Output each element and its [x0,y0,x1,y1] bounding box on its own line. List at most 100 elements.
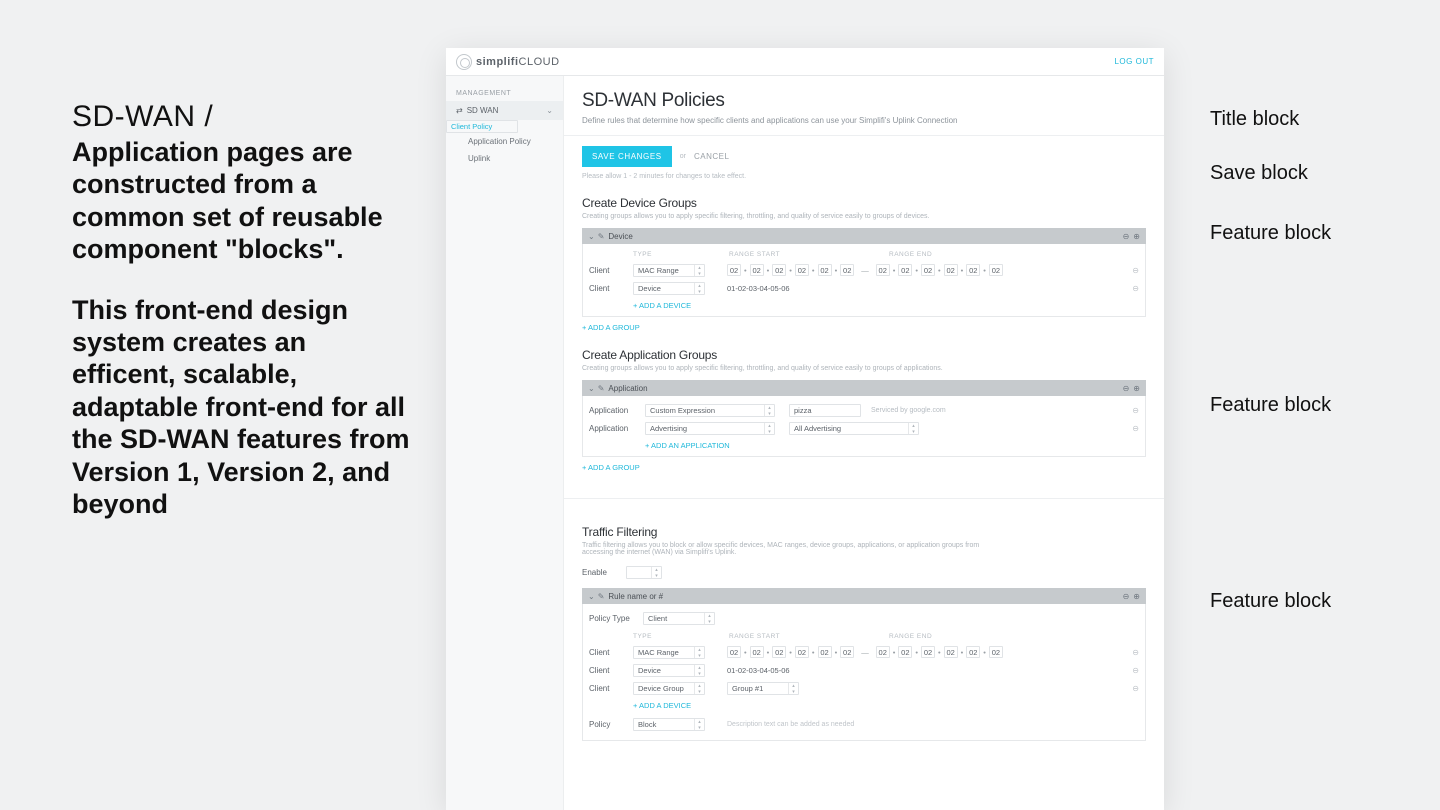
add-device-link[interactable]: + ADD A DEVICE [633,701,691,710]
row-label: Client [589,284,633,293]
col-range-start: RANGE START [729,251,889,258]
page-title: SD-WAN Policies [582,90,1146,112]
add-group-link[interactable]: + ADD A GROUP [582,463,640,472]
group-select[interactable]: Group #1 ▴▾ [727,682,799,695]
chevron-down-icon: ⌄ [588,592,595,601]
mac-range-start[interactable]: 02• 02• 02• 02• 02• 02 — 02• 02• 02• 02•… [727,264,1003,276]
annot-title: Title block [1210,108,1299,131]
mac-range[interactable]: 02• 02• 02• 02• 02• 02 — 02• 02• 02• 02•… [727,646,1003,658]
sidebar-section-label: MANAGEMENT [446,84,563,101]
annot-feat-2: Feature block [1210,394,1331,417]
enable-select[interactable]: ▴▾ [626,566,662,579]
annot-feat-1: Feature block [1210,222,1331,245]
type-value: Advertising [650,424,687,433]
add-application-link[interactable]: + ADD AN APPLICATION [645,441,730,450]
value: Device Group [638,684,684,693]
sidebar-sub-uplink[interactable]: Uplink [446,150,563,167]
app-header: simplifiCLOUD LOG OUT [446,48,1164,76]
pencil-icon: ✎ [598,232,605,241]
minus-icon[interactable]: ⊖ [1123,232,1130,241]
row-label: Client [589,666,633,675]
main-content: SD-WAN Policies Define rules that determ… [564,76,1164,810]
col-range-end: RANGE END [889,633,1139,640]
app-row-1: Application Custom Expression ▴▾ pizza S… [589,402,1139,418]
value: Block [638,720,656,729]
remove-icon[interactable]: ⊖ [1132,648,1139,657]
device-row-device: Client Device ▴▾ 01-02-03-04-05-06 ⊖ [589,280,1139,296]
sidebar-sub-application-policy[interactable]: Application Policy [446,133,563,150]
chevron-down-icon: ⌄ [546,106,553,115]
remove-icon[interactable]: ⊖ [1132,684,1139,693]
remove-icon[interactable]: ⊖ [1132,424,1139,433]
plus-icon[interactable]: ⊕ [1133,384,1140,393]
minus-icon[interactable]: ⊖ [1123,384,1130,393]
annot-save: Save block [1210,162,1308,185]
add-group-link[interactable]: + ADD A GROUP [582,323,640,332]
plus-icon[interactable]: ⊕ [1133,592,1140,601]
remove-icon[interactable]: ⊖ [1132,266,1139,275]
value: All Advertising [794,424,841,433]
device-row-mac: Client MAC Range ▴▾ 02• 02• 02• 02• 02• … [589,262,1139,278]
pencil-icon: ✎ [598,592,605,601]
chevron-down-icon: ⌄ [588,384,595,393]
app-value-select[interactable]: All Advertising ▴▾ [789,422,919,435]
type-select[interactable]: Device Group ▴▾ [633,682,705,695]
policy-type-select[interactable]: Client ▴▾ [643,612,715,625]
value: Group #1 [732,684,763,693]
remove-icon[interactable]: ⊖ [1132,406,1139,415]
row-label: Application [589,424,645,433]
minus-icon[interactable]: ⊖ [1123,592,1130,601]
type-select[interactable]: Device ▴▾ [633,282,705,295]
add-device-link[interactable]: + ADD A DEVICE [633,301,691,310]
app-type-select[interactable]: Custom Expression ▴▾ [645,404,775,417]
device-value: 01-02-03-04-05-06 [727,666,790,675]
sidebar-item-sdwan[interactable]: ⇄ SD WAN ⌄ [446,101,563,120]
type-value: Custom Expression [650,406,715,415]
device-table: TYPE RANGE START RANGE END Client MAC Ra… [582,244,1146,317]
type-value: Device [638,284,661,293]
device-groups-sub: Creating groups allows you to apply spec… [582,213,1146,220]
cancel-link[interactable]: CANCEL [694,152,729,161]
eyebrow: SD-WAN / [72,100,412,134]
row-label: Application [589,406,645,415]
type-select[interactable]: MAC Range ▴▾ [633,264,705,277]
or-label: or [680,153,686,160]
app-value-input[interactable]: pizza [789,404,861,417]
policy-select[interactable]: Block ▴▾ [633,718,705,731]
device-block-header[interactable]: ⌄ ✎ Device ⊖⊕ [582,228,1146,244]
row-label: Client [589,684,633,693]
para-2: This front-end design system creates an … [72,294,412,521]
app-block-header[interactable]: ⌄ ✎ Application ⊖⊕ [582,380,1146,396]
sidebar-sub-client-policy[interactable]: Client Policy [446,120,518,133]
app-groups-title: Create Application Groups [582,348,1146,362]
rule-row-device: Client Device ▴▾ 01-02-03-04-05-06 ⊖ [589,662,1139,678]
type-select[interactable]: Device ▴▾ [633,664,705,677]
plus-icon[interactable]: ⊕ [1133,232,1140,241]
save-button[interactable]: SAVE CHANGES [582,146,672,167]
para-1: Application pages are constructed from a… [72,136,412,266]
brand-light: CLOUD [519,56,560,68]
save-note: Please allow 1 - 2 minutes for changes t… [582,173,1146,180]
rule-table: Policy Type Client ▴▾ TYPE RANGE START R… [582,604,1146,741]
brand-bold: simplifi [476,56,519,68]
row-label: Client [589,648,633,657]
remove-icon[interactable]: ⊖ [1132,284,1139,293]
rule-block-header[interactable]: ⌄ ✎ Rule name or # ⊖⊕ [582,588,1146,604]
remove-icon[interactable]: ⊖ [1132,666,1139,675]
chevron-down-icon: ⌄ [588,232,595,241]
description-placeholder[interactable]: Description text can be added as needed [727,721,854,728]
logout-link[interactable]: LOG OUT [1114,57,1154,66]
device-groups-title: Create Device Groups [582,196,1146,210]
sidebar-item-label: SD WAN [467,106,499,115]
pencil-icon: ✎ [598,384,605,393]
annot-feat-3: Feature block [1210,590,1331,613]
app-window: simplifiCLOUD LOG OUT MANAGEMENT ⇄ SD WA… [446,48,1164,810]
sidebar: MANAGEMENT ⇄ SD WAN ⌄ Client Policy Appl… [446,76,564,810]
type-select[interactable]: MAC Range ▴▾ [633,646,705,659]
app-type-select[interactable]: Advertising ▴▾ [645,422,775,435]
left-explainer: SD-WAN / Application pages are construct… [72,100,412,548]
save-row: SAVE CHANGES or CANCEL [582,146,1146,167]
value: Client [648,614,667,623]
col-range-end: RANGE END [889,251,1139,258]
app-block-title: Application [608,384,647,393]
